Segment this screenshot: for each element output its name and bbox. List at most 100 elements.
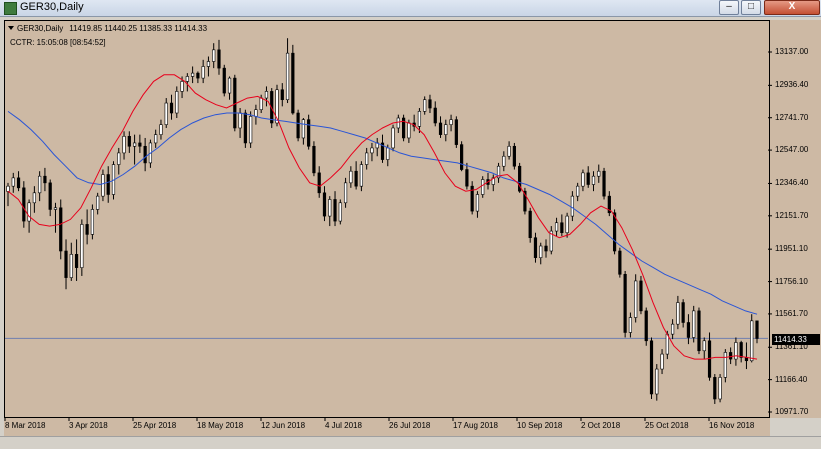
candle [644,307,648,346]
time-tick-label: 16 Nov 2018 [709,421,755,430]
price-tick-label: 11951.10 [775,244,808,254]
candle [333,191,337,227]
candle [602,167,606,200]
price-tick-label: 12151.70 [775,210,809,220]
candle-body [296,112,300,139]
candle [465,162,469,190]
candle-body [143,145,147,164]
candle-body [359,164,364,187]
candle [338,199,342,225]
candle-body [85,224,89,235]
time-tick-label: 3 Apr 2018 [69,421,108,430]
candle-body [180,81,184,92]
candle-body [444,124,448,135]
collapse-triangle-icon[interactable] [8,26,14,30]
candle-body [285,52,290,101]
time-tick-label: 8 Mar 2018 [5,421,46,430]
candle [90,204,94,240]
candle-body [53,207,58,210]
candle-body [307,119,311,147]
candle-body [755,320,759,339]
time-tick-label: 4 Jul 2018 [325,421,362,430]
candle-body [634,280,638,318]
candle-body [681,302,685,323]
price-tick-label: 11561.70 [775,308,808,318]
candle [507,141,511,160]
candle [755,320,759,344]
candle [96,192,100,215]
candle-body [238,112,242,129]
time-tick-label: 17 Aug 2018 [453,421,498,430]
candle-body [175,91,179,114]
candle [243,109,247,148]
candle-body [528,210,532,239]
candle-body [623,273,627,333]
candle-body [386,147,390,160]
symbol-timeframe: GER30,Daily [17,24,64,33]
time-tick-label: 25 Apr 2018 [133,421,177,430]
candle [349,166,353,188]
candle [697,307,701,355]
candle-body [729,352,733,360]
time-tick-label: 26 Jul 2018 [389,421,431,430]
candle [285,38,290,104]
candle-body [560,222,564,234]
candle [249,111,253,148]
candle [354,161,358,190]
candle [64,239,68,290]
candle-body [449,119,453,125]
candle-body [317,172,321,194]
candle [634,274,638,323]
candle [496,162,501,183]
candle [570,191,574,222]
candle [201,59,205,84]
time-tick-label: 25 Oct 2018 [645,421,689,430]
price-tick-label: 12346.40 [775,178,809,188]
candle [212,43,216,69]
candle-body [80,224,84,268]
candle [549,226,553,255]
price-tick-label: 11166.40 [775,374,808,384]
chart-svg [4,38,772,421]
candle [48,179,52,217]
candle-body [117,152,121,165]
candle [512,142,516,170]
candle [533,232,538,263]
candle-body [692,310,696,338]
candle-body [586,172,590,185]
candle-body [502,155,506,167]
time-tick-label: 18 May 2018 [197,421,244,430]
candle-body [570,195,574,217]
candle-body [38,175,42,194]
candle-body [212,49,216,62]
candle-body [349,170,353,184]
candle [707,332,712,381]
candle [681,299,685,328]
candle-body [655,368,659,395]
candle [22,181,26,228]
candle [59,199,63,260]
candle-body [475,194,480,212]
candle [185,73,189,92]
candle-body [264,91,269,99]
candle-body [649,340,654,395]
candle [106,166,110,203]
candle-body [718,377,722,400]
candle [122,131,126,160]
candle-body [164,102,168,125]
candle-body [433,107,437,124]
candle-body [644,310,648,342]
candle [423,96,427,115]
candle [491,174,495,192]
candle-body [6,185,10,192]
candle [481,176,485,198]
candle-body [407,122,411,139]
candle [460,141,464,172]
chart-info-line: GER30,Daily 11419.85 11440.25 11385.33 11… [8,24,207,33]
price-tick-label: 13137.00 [775,47,809,56]
candle-body [539,245,543,258]
candle [718,374,722,403]
candle [69,242,73,281]
candle-body [734,342,738,360]
candle-body [697,310,701,352]
